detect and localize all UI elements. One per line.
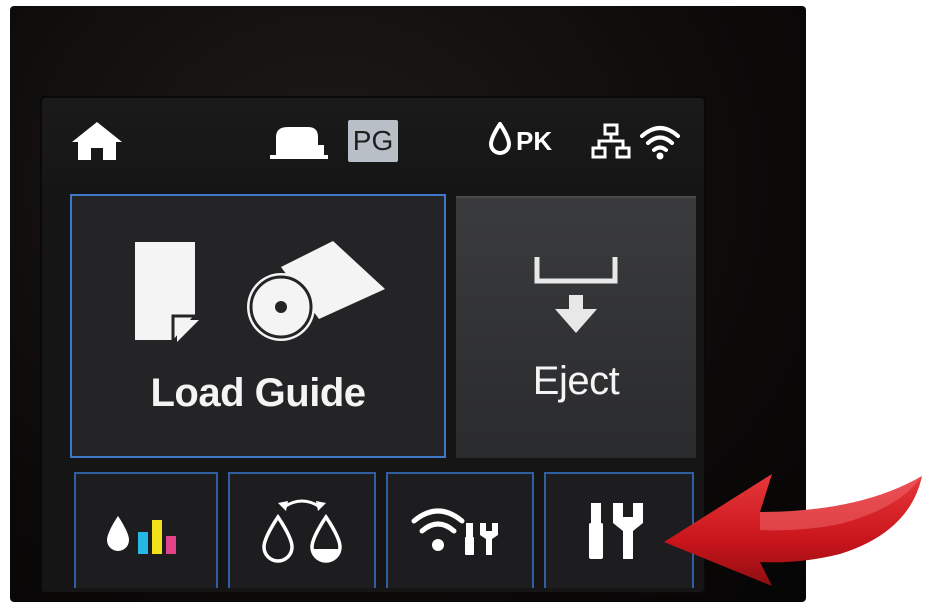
wired-network-icon (590, 98, 632, 184)
tools-icon (589, 503, 643, 559)
replace-ink-button[interactable] (228, 472, 376, 588)
wifi-tools-icon (411, 508, 498, 555)
ink-levels-button[interactable] (74, 472, 218, 588)
swap-drops-icon (262, 499, 342, 563)
eject-button[interactable]: Eject (456, 196, 696, 458)
load-guide-label: Load Guide (150, 370, 367, 415)
roll-paper-icon (247, 237, 389, 349)
paper-sheet-icon (268, 98, 330, 184)
status-bar: PG PK (42, 98, 704, 184)
red-pointer-arrow (664, 474, 922, 586)
black-ink-label: PK (516, 125, 553, 156)
eject-label: Eject (532, 358, 620, 403)
lcd-screen: PG PK Load Guide Eject (42, 98, 704, 592)
wifi-icon (638, 98, 682, 184)
ink-level-bars-icon (107, 516, 176, 554)
paper-type-badge: PG (348, 120, 398, 162)
cut-sheet-icon (127, 238, 203, 348)
load-guide-button[interactable]: Load Guide (70, 194, 446, 458)
wifi-setup-button[interactable] (386, 472, 534, 588)
home-icon[interactable] (70, 98, 124, 184)
eject-arrow-icon (531, 253, 621, 343)
ink-status[interactable]: PK (488, 98, 552, 184)
ink-drop-icon (488, 120, 512, 160)
